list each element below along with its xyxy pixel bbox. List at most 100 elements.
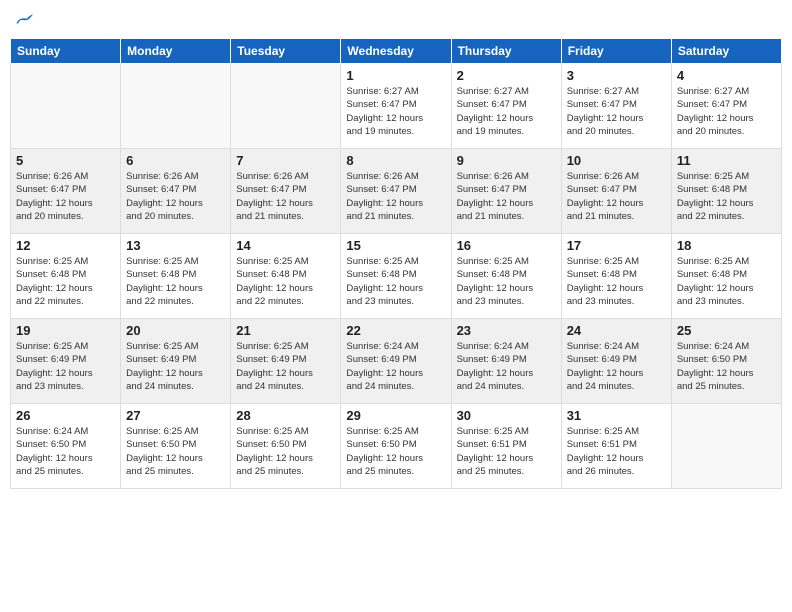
day-info: Sunrise: 6:27 AM Sunset: 6:47 PM Dayligh… [346,85,445,138]
day-info: Sunrise: 6:26 AM Sunset: 6:47 PM Dayligh… [457,170,556,223]
day-header-friday: Friday [561,39,671,64]
day-number: 17 [567,238,666,253]
day-cell-29: 29 Sunrise: 6:25 AM Sunset: 6:50 PM Dayli… [341,404,451,489]
day-number: 31 [567,408,666,423]
day-info: Sunrise: 6:25 AM Sunset: 6:51 PM Dayligh… [457,425,556,478]
day-cell-17: 17 Sunrise: 6:25 AM Sunset: 6:48 PM Dayli… [561,234,671,319]
day-number: 14 [236,238,335,253]
day-number: 1 [346,68,445,83]
day-cell-25: 25 Sunrise: 6:24 AM Sunset: 6:50 PM Dayli… [671,319,781,404]
day-info: Sunrise: 6:25 AM Sunset: 6:49 PM Dayligh… [126,340,225,393]
day-number: 2 [457,68,556,83]
day-number: 22 [346,323,445,338]
day-cell-3: 3 Sunrise: 6:27 AM Sunset: 6:47 PM Daylig… [561,64,671,149]
day-info: Sunrise: 6:24 AM Sunset: 6:49 PM Dayligh… [346,340,445,393]
day-number: 26 [16,408,115,423]
day-number: 25 [677,323,776,338]
week-row-5: 26 Sunrise: 6:24 AM Sunset: 6:50 PM Dayli… [11,404,782,489]
day-cell-30: 30 Sunrise: 6:25 AM Sunset: 6:51 PM Dayli… [451,404,561,489]
day-cell-15: 15Sunrise: 6:25 AM Sunset: 6:48 PM Dayli… [341,234,451,319]
empty-cell [121,64,231,149]
day-info: Sunrise: 6:25 AM Sunset: 6:48 PM Dayligh… [677,170,776,223]
day-header-wednesday: Wednesday [341,39,451,64]
day-cell-4: 4 Sunrise: 6:27 AM Sunset: 6:47 PM Daylig… [671,64,781,149]
day-number: 30 [457,408,556,423]
day-number: 29 [346,408,445,423]
day-info: Sunrise: 6:25 AM Sunset: 6:49 PM Dayligh… [236,340,335,393]
day-number: 27 [126,408,225,423]
day-header-thursday: Thursday [451,39,561,64]
day-cell-9: 9 Sunrise: 6:26 AM Sunset: 6:47 PM Daylig… [451,149,561,234]
day-cell-12: 12Sunrise: 6:25 AM Sunset: 6:48 PM Dayli… [11,234,121,319]
logo-bird-icon [13,10,33,30]
day-number: 19 [16,323,115,338]
day-cell-2: 2 Sunrise: 6:27 AM Sunset: 6:47 PM Daylig… [451,64,561,149]
day-info: Sunrise: 6:25 AM Sunset: 6:49 PM Dayligh… [16,340,115,393]
day-info: Sunrise: 6:25 AM Sunset: 6:50 PM Dayligh… [346,425,445,478]
day-info: Sunrise: 6:27 AM Sunset: 6:47 PM Dayligh… [567,85,666,138]
day-cell-8: 8 Sunrise: 6:26 AM Sunset: 6:47 PM Daylig… [341,149,451,234]
day-number: 8 [346,153,445,168]
day-number: 11 [677,153,776,168]
day-cell-22: 22 Sunrise: 6:24 AM Sunset: 6:49 PM Dayli… [341,319,451,404]
day-header-monday: Monday [121,39,231,64]
day-info: Sunrise: 6:25 AM Sunset: 6:51 PM Dayligh… [567,425,666,478]
week-row-3: 12Sunrise: 6:25 AM Sunset: 6:48 PM Dayli… [11,234,782,319]
day-header-tuesday: Tuesday [231,39,341,64]
day-info: Sunrise: 6:27 AM Sunset: 6:47 PM Dayligh… [677,85,776,138]
day-cell-28: 28 Sunrise: 6:25 AM Sunset: 6:50 PM Dayli… [231,404,341,489]
day-info: Sunrise: 6:25 AM Sunset: 6:48 PM Dayligh… [677,255,776,308]
day-cell-31: 31 Sunrise: 6:25 AM Sunset: 6:51 PM Dayli… [561,404,671,489]
day-header-saturday: Saturday [671,39,781,64]
week-row-2: 5Sunrise: 6:26 AM Sunset: 6:47 PM Daylig… [11,149,782,234]
empty-cell [671,404,781,489]
day-info: Sunrise: 6:25 AM Sunset: 6:48 PM Dayligh… [236,255,335,308]
day-info: Sunrise: 6:25 AM Sunset: 6:50 PM Dayligh… [236,425,335,478]
week-row-1: 1 Sunrise: 6:27 AM Sunset: 6:47 PM Daylig… [11,64,782,149]
day-number: 9 [457,153,556,168]
day-cell-13: 13Sunrise: 6:25 AM Sunset: 6:48 PM Dayli… [121,234,231,319]
header [10,10,782,30]
week-row-4: 19 Sunrise: 6:25 AM Sunset: 6:49 PM Dayli… [11,319,782,404]
day-info: Sunrise: 6:26 AM Sunset: 6:47 PM Dayligh… [126,170,225,223]
day-number: 23 [457,323,556,338]
day-cell-21: 21 Sunrise: 6:25 AM Sunset: 6:49 PM Dayli… [231,319,341,404]
day-info: Sunrise: 6:24 AM Sunset: 6:49 PM Dayligh… [567,340,666,393]
day-cell-6: 6 Sunrise: 6:26 AM Sunset: 6:47 PM Daylig… [121,149,231,234]
day-cell-18: 18Sunrise: 6:25 AM Sunset: 6:48 PM Dayli… [671,234,781,319]
day-number: 16 [457,238,556,253]
empty-cell [11,64,121,149]
day-number: 20 [126,323,225,338]
calendar-table: SundayMondayTuesdayWednesdayThursdayFrid… [10,38,782,489]
day-cell-26: 26 Sunrise: 6:24 AM Sunset: 6:50 PM Dayli… [11,404,121,489]
day-cell-5: 5Sunrise: 6:26 AM Sunset: 6:47 PM Daylig… [11,149,121,234]
day-cell-1: 1 Sunrise: 6:27 AM Sunset: 6:47 PM Daylig… [341,64,451,149]
day-cell-27: 27Sunrise: 6:25 AM Sunset: 6:50 PM Dayli… [121,404,231,489]
day-number: 21 [236,323,335,338]
day-number: 24 [567,323,666,338]
day-info: Sunrise: 6:24 AM Sunset: 6:50 PM Dayligh… [677,340,776,393]
day-number: 13 [126,238,225,253]
day-info: Sunrise: 6:24 AM Sunset: 6:50 PM Dayligh… [16,425,115,478]
day-cell-11: 11 Sunrise: 6:25 AM Sunset: 6:48 PM Dayli… [671,149,781,234]
day-number: 28 [236,408,335,423]
day-info: Sunrise: 6:26 AM Sunset: 6:47 PM Dayligh… [346,170,445,223]
logo [10,10,33,30]
day-number: 3 [567,68,666,83]
day-cell-7: 7Sunrise: 6:26 AM Sunset: 6:47 PM Daylig… [231,149,341,234]
day-cell-24: 24 Sunrise: 6:24 AM Sunset: 6:49 PM Dayli… [561,319,671,404]
day-cell-23: 23 Sunrise: 6:24 AM Sunset: 6:49 PM Dayli… [451,319,561,404]
day-cell-19: 19 Sunrise: 6:25 AM Sunset: 6:49 PM Dayli… [11,319,121,404]
day-number: 4 [677,68,776,83]
day-info: Sunrise: 6:24 AM Sunset: 6:49 PM Dayligh… [457,340,556,393]
day-number: 6 [126,153,225,168]
day-info: Sunrise: 6:26 AM Sunset: 6:47 PM Dayligh… [16,170,115,223]
day-info: Sunrise: 6:25 AM Sunset: 6:48 PM Dayligh… [567,255,666,308]
day-info: Sunrise: 6:26 AM Sunset: 6:47 PM Dayligh… [236,170,335,223]
day-info: Sunrise: 6:27 AM Sunset: 6:47 PM Dayligh… [457,85,556,138]
day-info: Sunrise: 6:25 AM Sunset: 6:48 PM Dayligh… [16,255,115,308]
day-header-sunday: Sunday [11,39,121,64]
page: SundayMondayTuesdayWednesdayThursdayFrid… [0,0,792,612]
header-row: SundayMondayTuesdayWednesdayThursdayFrid… [11,39,782,64]
day-cell-16: 16Sunrise: 6:25 AM Sunset: 6:48 PM Dayli… [451,234,561,319]
